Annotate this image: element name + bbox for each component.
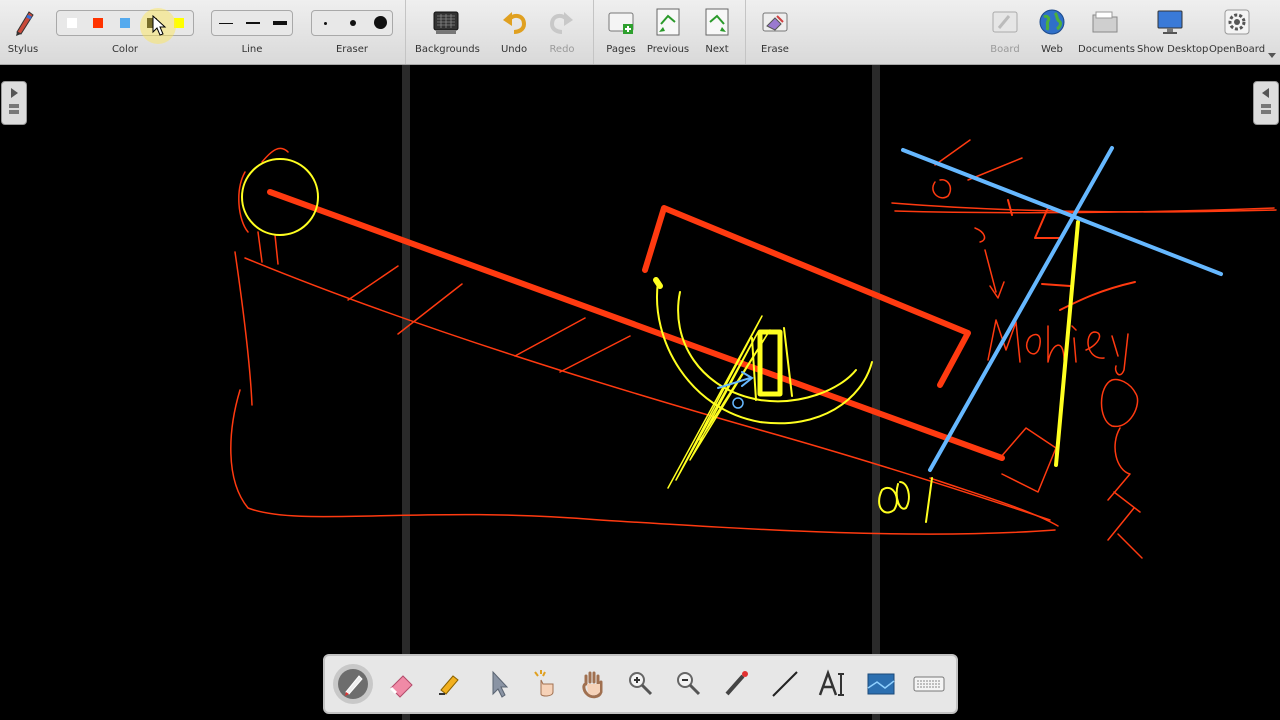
main-toolbar: Stylus Color Line Eraser Backgrounds Und… [0,0,1280,65]
hand-tool-button[interactable] [573,664,611,704]
virtual-keyboard-tool-button[interactable] [909,664,947,704]
tool-dock [323,654,958,714]
interactive-pointer-tool-button[interactable] [525,664,563,704]
backgrounds-label: Backgrounds [415,44,480,55]
toolbar-separator [593,0,594,64]
toolbar-separator [405,0,406,64]
previous-label: Previous [646,44,690,55]
eraser-large-button[interactable] [374,16,387,29]
desktop-icon [1157,10,1183,34]
laser-pointer-icon [725,671,748,696]
show-desktop-label: Show Desktop [1137,44,1209,55]
previous-page-icon [656,8,680,36]
folder-icon [1092,11,1118,33]
interactive-pointer-icon [534,670,554,697]
selector-icon [492,670,509,698]
mouse-cursor-icon [152,15,167,36]
pages-label: Pages [606,44,636,55]
redo-button[interactable]: Redo [540,0,584,64]
zoom-in-icon [629,672,653,696]
backgrounds-icon [433,11,459,34]
globe-icon [1039,9,1065,35]
color-swatch-red[interactable] [93,18,103,28]
openboard-menu-button[interactable]: OpenBoard [1208,0,1266,64]
openboard-label: OpenBoard [1208,44,1266,55]
text-icon [818,669,844,696]
documents-label: Documents [1078,44,1136,55]
show-desktop-button[interactable]: Show Desktop [1137,0,1209,64]
documents-button[interactable]: Documents [1078,0,1136,64]
pen-tool-button[interactable] [333,664,373,704]
erase-icon [762,12,788,32]
gear-icon [1224,9,1250,35]
next-label: Next [705,44,729,55]
board-button[interactable]: Board [984,0,1026,64]
stylus-label: Stylus [7,44,39,55]
next-page-icon [705,8,729,36]
highlighter-tool-button[interactable] [429,664,467,704]
undo-button[interactable]: Undo [492,0,536,64]
virtual-keyboard-icon [913,676,945,692]
pen-icon [338,669,368,699]
zoom-out-icon [677,672,701,696]
color-swatch-blue[interactable] [120,18,130,28]
backgrounds-button[interactable]: Backgrounds [415,0,480,64]
undo-label: Undo [500,44,528,55]
line-medium-button[interactable] [240,15,266,31]
next-page-button[interactable]: Next [696,0,738,64]
redo-label: Redo [549,44,575,55]
board-divider [872,65,880,720]
whiteboard-canvas[interactable] [0,65,1280,720]
undo-icon [503,12,527,34]
line-width-selector [211,10,293,36]
color-swatch-white[interactable] [67,18,77,28]
line-label: Line [241,44,263,55]
board-label: Board [990,44,1020,55]
board-icon [992,11,1018,33]
toolbar-separator [745,0,746,64]
capture-icon [867,673,895,695]
eraser-group: Eraser [311,0,393,64]
line-thick-button[interactable] [267,15,293,31]
eraser-tool-button[interactable] [381,664,419,704]
laser-pointer-tool-button[interactable] [717,664,755,704]
pages-button[interactable]: Pages [600,0,642,64]
color-label: Color [111,44,139,55]
line-group: Line [211,0,293,64]
add-page-icon [608,12,634,34]
web-button[interactable]: Web [1032,0,1072,64]
eraser-size-selector [311,10,393,36]
zoom-in-tool-button[interactable] [621,664,659,704]
eraser-icon [389,675,413,698]
line-thin-button[interactable] [213,15,239,31]
erase-button[interactable]: Erase [754,0,796,64]
zoom-out-tool-button[interactable] [669,664,707,704]
eraser-label: Eraser [335,44,369,55]
stylus-icon [16,11,34,36]
board-divider [402,65,410,720]
chevron-down-icon[interactable] [1268,53,1276,58]
eraser-medium-button[interactable] [350,20,356,26]
erase-label: Erase [761,44,789,55]
line-tool-button[interactable] [765,664,803,704]
highlighter-icon [439,675,459,695]
capture-tool-button[interactable] [861,664,899,704]
web-label: Web [1041,44,1063,55]
selector-tool-button[interactable] [477,664,515,704]
redo-icon [549,12,573,34]
eraser-small-button[interactable] [324,22,327,25]
text-tool-button[interactable] [813,664,851,704]
line-icon [772,671,798,697]
previous-page-button[interactable]: Previous [644,0,692,64]
hand-icon [582,671,603,699]
stylus-button[interactable]: Stylus [2,0,44,64]
